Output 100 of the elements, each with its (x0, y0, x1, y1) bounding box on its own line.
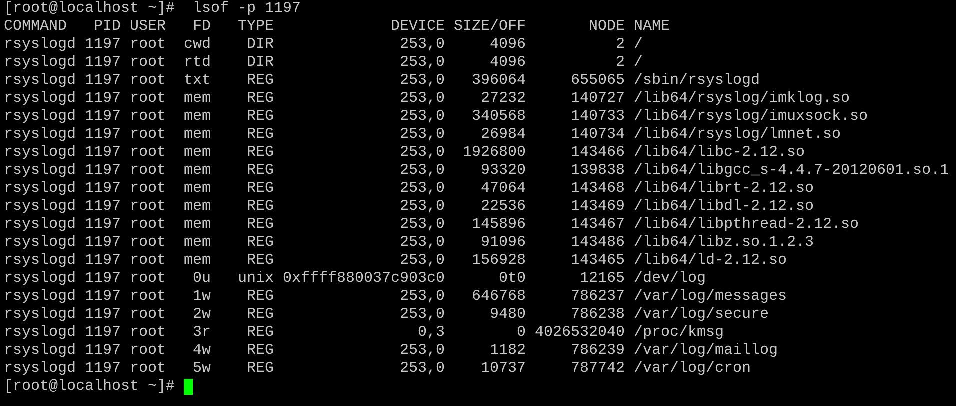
fd-cell: mem (184, 234, 211, 252)
name-cell: /lib64/libpthread-2.12.so (634, 216, 860, 234)
pid-cell: 1197 (84, 126, 121, 144)
pid-cell: 1197 (84, 180, 121, 198)
user-cell: root (130, 126, 166, 144)
pid-cell: 1197 (84, 144, 121, 162)
fd-cell: 1w (192, 288, 211, 306)
pid-cell: 1197 (84, 36, 121, 54)
size-cell: 10737 (481, 360, 526, 378)
node-cell: 139838 (571, 162, 626, 180)
command-cell: rsyslogd (4, 198, 76, 216)
fd-cell: 0u (192, 270, 211, 288)
size-cell: 0t0 (499, 270, 526, 288)
name-cell: /lib64/rsyslog/imuxsock.so (634, 108, 868, 126)
command-cell: rsyslogd (4, 342, 76, 360)
fd-cell: mem (184, 108, 211, 126)
pid-cell: 1197 (84, 72, 121, 90)
command-cell: rsyslogd (4, 360, 76, 378)
size-cell: 22536 (481, 198, 526, 216)
column-header: PID (94, 18, 121, 36)
command-cell: rsyslogd (4, 270, 76, 288)
pid-cell: 1197 (84, 162, 121, 180)
size-cell: 91096 (481, 234, 526, 252)
name-cell: /sbin/rsyslogd (634, 72, 760, 90)
node-cell: 4026532040 (535, 324, 626, 342)
device-cell: 253,0 (400, 198, 446, 216)
user-cell: root (130, 72, 166, 90)
node-cell: 787742 (571, 360, 626, 378)
size-cell: 27232 (481, 90, 526, 108)
column-header: TYPE (238, 18, 274, 36)
type-cell: unix (238, 270, 274, 288)
type-cell: REG (246, 72, 274, 90)
command-text: lsof -p 1197 (193, 0, 302, 18)
user-cell: root (130, 306, 166, 324)
node-cell: 143469 (571, 198, 626, 216)
size-cell: 1926800 (463, 144, 526, 162)
command-cell: rsyslogd (4, 90, 76, 108)
device-cell: 253,0 (400, 342, 446, 360)
command-cell: rsyslogd (4, 72, 76, 90)
node-cell: 143465 (571, 252, 626, 270)
shell-prompt: [root@localhost ~]# (4, 0, 176, 18)
pid-cell: 1197 (84, 342, 121, 360)
device-cell: 253,0 (400, 162, 446, 180)
fd-cell: mem (184, 126, 211, 144)
user-cell: root (130, 108, 166, 126)
user-cell: root (130, 162, 166, 180)
node-cell: 786239 (571, 342, 626, 360)
type-cell: REG (246, 324, 274, 342)
size-cell: 646768 (472, 288, 526, 306)
name-cell: /lib64/libgcc_s-4.4.7-20120601.so.1 (634, 162, 950, 180)
pid-cell: 1197 (84, 270, 121, 288)
pid-cell: 1197 (84, 90, 121, 108)
name-cell: /lib64/ld-2.12.so (634, 252, 788, 270)
type-cell: REG (246, 90, 274, 108)
size-cell: 93320 (481, 162, 526, 180)
name-cell: /lib64/rsyslog/imklog.so (634, 90, 850, 108)
node-cell: 2 (616, 36, 626, 54)
pid-cell: 1197 (84, 198, 121, 216)
fd-cell: mem (184, 198, 211, 216)
column-header: NAME (634, 18, 670, 36)
column-header: COMMAND (4, 18, 68, 36)
node-cell: 786238 (571, 306, 626, 324)
type-cell: REG (246, 234, 274, 252)
device-cell: 253,0 (400, 360, 446, 378)
type-cell: REG (246, 288, 274, 306)
user-cell: root (130, 360, 166, 378)
user-cell: root (130, 234, 166, 252)
user-cell: root (130, 180, 166, 198)
device-cell: 253,0 (400, 216, 446, 234)
name-cell: /lib64/libz.so.1.2.3 (634, 234, 814, 252)
size-cell: 145896 (472, 216, 526, 234)
user-cell: root (130, 144, 166, 162)
type-cell: REG (246, 198, 274, 216)
device-cell: 253,0 (400, 90, 446, 108)
size-cell: 47064 (481, 180, 526, 198)
type-cell: REG (246, 252, 274, 270)
fd-cell: mem (184, 216, 211, 234)
command-cell: rsyslogd (4, 162, 76, 180)
command-cell: rsyslogd (4, 36, 76, 54)
device-cell: 253,0 (400, 288, 446, 306)
name-cell: /var/log/cron (634, 360, 752, 378)
command-cell: rsyslogd (4, 108, 76, 126)
fd-cell: cwd (184, 36, 211, 54)
node-cell: 143468 (571, 180, 626, 198)
size-cell: 340568 (472, 108, 526, 126)
size-cell: 4096 (490, 54, 526, 72)
pid-cell: 1197 (84, 234, 121, 252)
device-cell: 253,0 (400, 72, 446, 90)
user-cell: root (130, 36, 166, 54)
command-cell: rsyslogd (4, 306, 76, 324)
pid-cell: 1197 (84, 216, 121, 234)
node-cell: 655065 (571, 72, 626, 90)
node-cell: 143486 (571, 234, 626, 252)
type-cell: REG (246, 108, 274, 126)
device-cell: 253,0 (400, 252, 446, 270)
name-cell: /dev/log (634, 270, 706, 288)
size-cell: 9480 (490, 306, 526, 324)
column-header: DEVICE (391, 18, 446, 36)
size-cell: 4096 (490, 36, 526, 54)
fd-cell: mem (184, 252, 211, 270)
